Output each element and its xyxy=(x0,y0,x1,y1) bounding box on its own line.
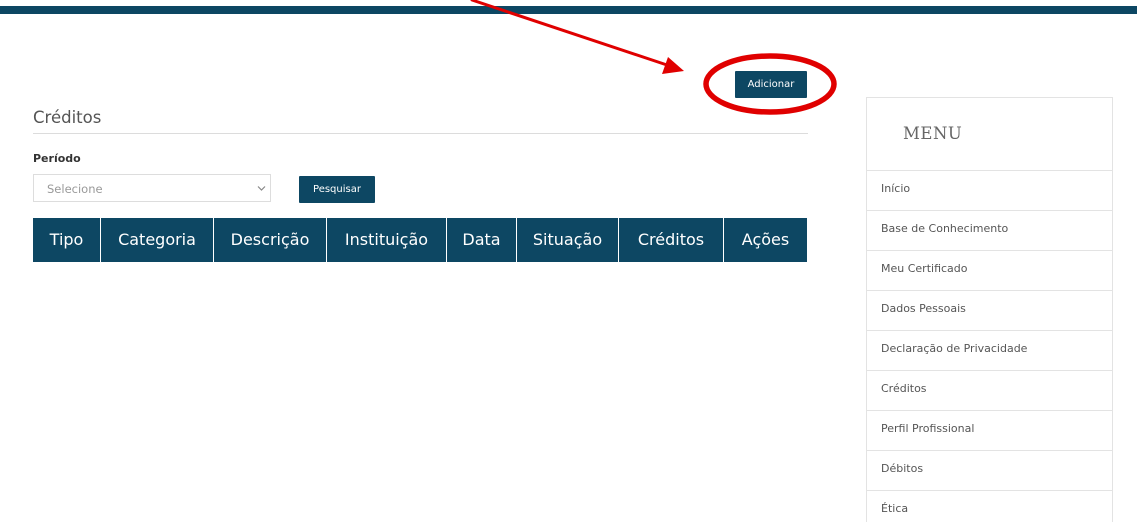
title-divider xyxy=(33,133,808,134)
menu-item-label: Ética xyxy=(881,502,909,515)
column-header-situacao[interactable]: Situação xyxy=(517,218,619,262)
add-button[interactable]: Adicionar xyxy=(735,71,807,98)
menu-title: MENU xyxy=(903,124,963,143)
top-bar-stripe xyxy=(0,6,1137,14)
period-label: Período xyxy=(33,152,81,165)
menu-item-perfil-profissional[interactable]: Perfil Profissional xyxy=(867,410,1112,450)
sidebar-menu: MENU Início Base de Conhecimento Meu Cer… xyxy=(866,97,1113,522)
menu-item-label: Débitos xyxy=(881,462,924,475)
column-header-data[interactable]: Data xyxy=(447,218,517,262)
credits-table: Tipo Categoria Descrição Instituição Dat… xyxy=(33,218,807,262)
menu-item-base-de-conhecimento[interactable]: Base de Conhecimento xyxy=(867,210,1112,250)
menu-item-declaracao-de-privacidade[interactable]: Declaração de Privacidade xyxy=(867,330,1112,370)
column-header-categoria[interactable]: Categoria xyxy=(101,218,214,262)
column-header-instituicao[interactable]: Instituição xyxy=(327,218,447,262)
menu-item-label: Declaração de Privacidade xyxy=(881,342,1028,355)
period-select-value: Selecione xyxy=(47,182,103,196)
menu-item-dados-pessoais[interactable]: Dados Pessoais xyxy=(867,290,1112,330)
column-header-acoes[interactable]: Ações xyxy=(724,218,807,262)
menu-item-label: Perfil Profissional xyxy=(881,422,975,435)
annotation-arrow-head xyxy=(662,57,684,74)
menu-item-label: Base de Conhecimento xyxy=(881,222,1009,235)
menu-item-label: Dados Pessoais xyxy=(881,302,966,315)
menu-item-inicio[interactable]: Início xyxy=(867,170,1112,210)
menu-item-etica[interactable]: Ética xyxy=(867,490,1112,530)
search-button[interactable]: Pesquisar xyxy=(299,176,375,203)
menu-item-debitos[interactable]: Débitos xyxy=(867,450,1112,490)
menu-item-creditos[interactable]: Créditos xyxy=(867,370,1112,410)
column-header-creditos[interactable]: Créditos xyxy=(619,218,724,262)
menu-item-label: Início xyxy=(881,182,911,195)
menu-item-label: Créditos xyxy=(881,382,927,395)
column-header-descricao[interactable]: Descrição xyxy=(214,218,327,262)
page-title: Créditos xyxy=(33,108,102,127)
menu-item-label: Meu Certificado xyxy=(881,262,968,275)
chevron-down-icon xyxy=(257,186,266,191)
top-bar xyxy=(0,0,1137,14)
period-select[interactable]: Selecione xyxy=(33,174,271,202)
menu-item-meu-certificado[interactable]: Meu Certificado xyxy=(867,250,1112,290)
column-header-tipo[interactable]: Tipo xyxy=(33,218,101,262)
